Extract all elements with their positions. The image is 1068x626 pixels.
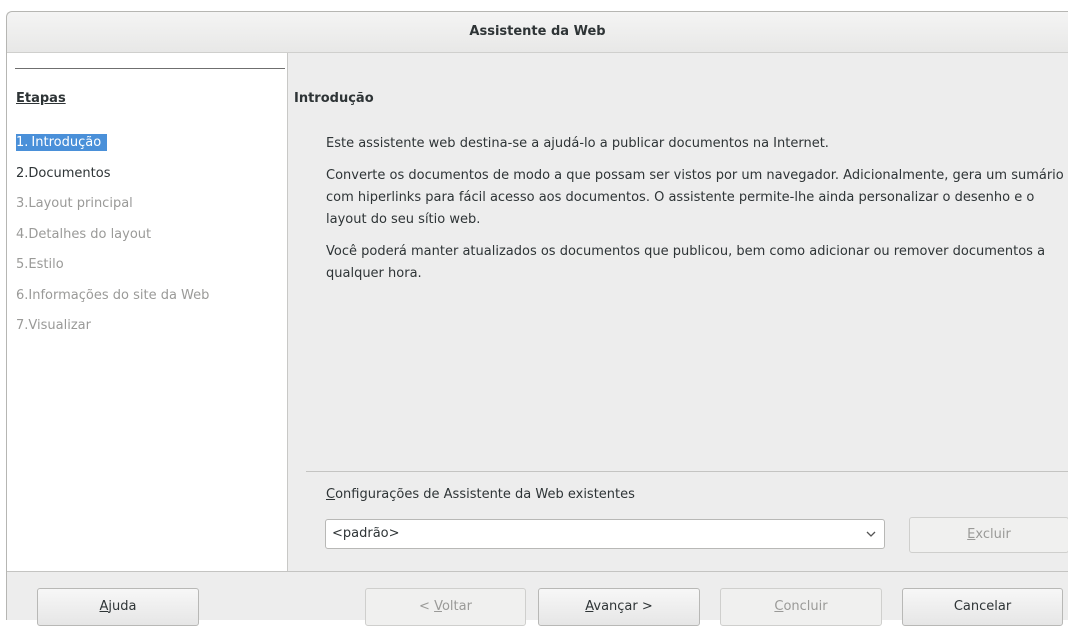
step-detalhes-layout: 4.Detalhes do layout [16,226,152,242]
page-heading: Introdução [294,91,374,106]
web-wizard-window: Assistente da Web Etapas 1. Introdução 2.… [6,11,1068,626]
existing-settings-select[interactable]: <padrão> [325,519,885,549]
section-divider [306,471,1068,472]
chevron-down-icon [866,520,876,559]
steps-heading: Etapas [16,91,66,106]
step-layout-principal: 3.Layout principal [16,196,133,211]
help-button[interactable]: Ajuda [37,588,199,626]
footer-divider [7,571,1068,572]
existing-settings-label: Configurações de Assistente da Web exist… [326,487,635,502]
cancel-button[interactable]: Cancelar [902,588,1063,626]
existing-settings-value: <padrão> [332,526,400,541]
next-button[interactable]: Avançar > [538,588,700,626]
description-paragraph-2: Converte os documentos de modo a que pos… [326,168,1064,227]
step-informacoes-site: 6.Informações do site da Web [16,287,210,303]
window-title: Assistente da Web [7,12,1068,53]
steps-pane: Etapas 1. Introdução 2.Documentos 3.Layou… [7,53,288,571]
description: Este assistente web destina-se a ajudá-l… [326,133,1066,295]
step-documentos[interactable]: 2.Documentos [16,164,209,195]
steps-list: 1. Introdução 2.Documentos 3.Layout princ… [16,133,209,347]
delete-button[interactable]: Excluir [909,517,1068,553]
description-paragraph-3: Você poderá manter atualizados os docume… [326,244,1046,281]
back-button[interactable]: < Voltar [365,588,526,626]
step-introducao[interactable]: 1. Introdução [16,133,209,164]
finish-button[interactable]: Concluir [720,588,882,626]
step-estilo: 5.Estilo [16,257,64,272]
description-paragraph-1: Este assistente web destina-se a ajudá-l… [326,136,829,151]
steps-rule [15,68,285,69]
content-pane: Introdução Este assistente web destina-s… [288,53,1068,571]
step-visualizar: 7.Visualizar [16,318,91,333]
